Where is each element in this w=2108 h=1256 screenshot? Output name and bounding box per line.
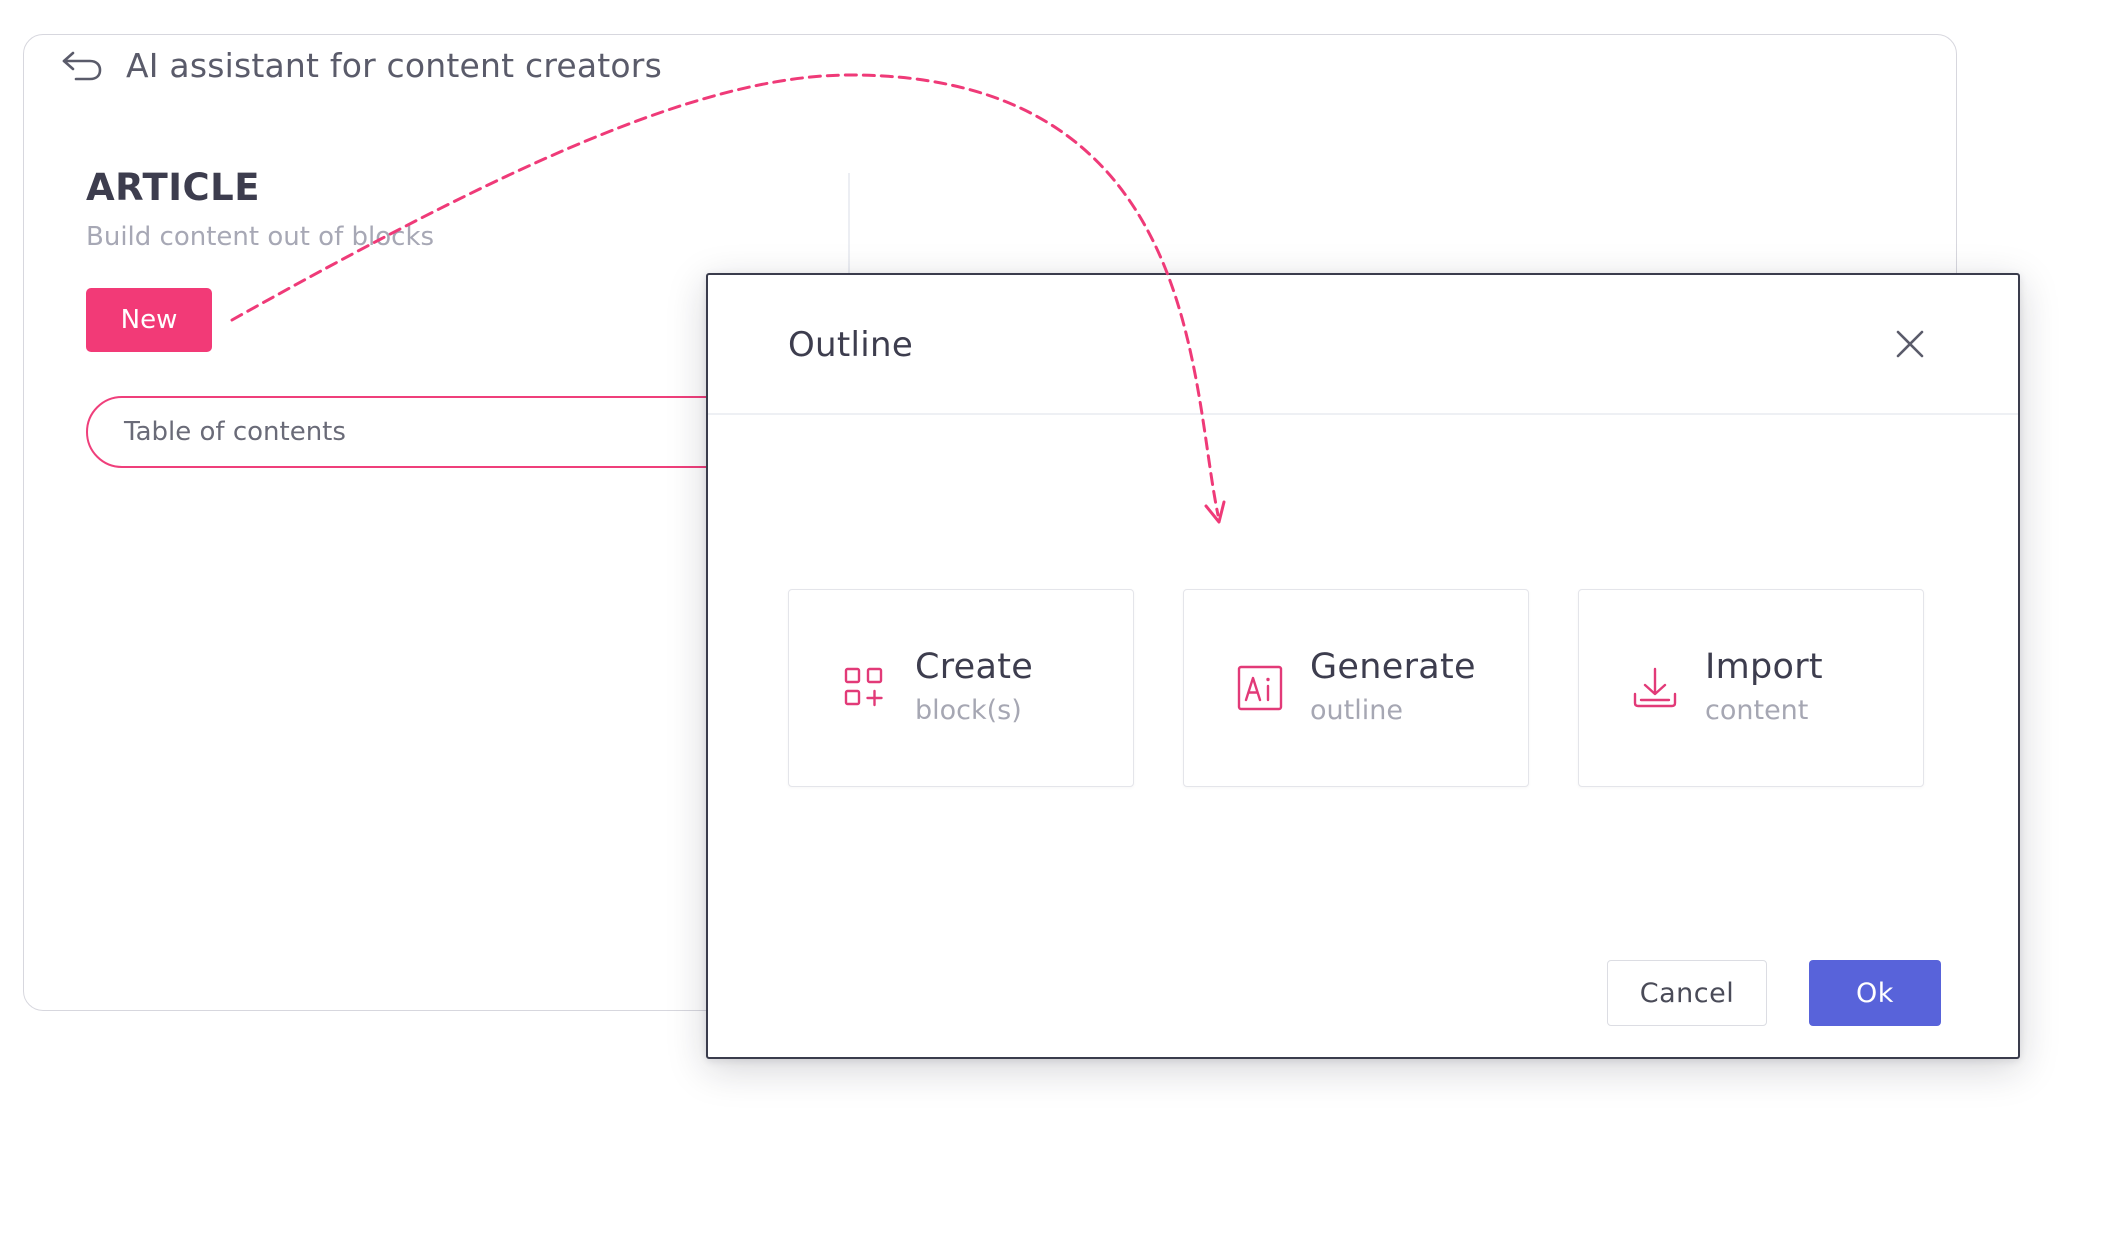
back-arrow-icon[interactable] xyxy=(60,48,104,84)
article-title: ARTICLE xyxy=(86,166,260,209)
cancel-button[interactable]: Cancel xyxy=(1607,960,1767,1026)
ok-button[interactable]: Ok xyxy=(1809,960,1941,1026)
option-title: Create xyxy=(915,647,1034,687)
modal-divider xyxy=(708,413,2018,415)
panel-divider xyxy=(848,173,850,288)
app-title: AI assistant for content creators xyxy=(126,46,662,85)
option-subtitle: outline xyxy=(1310,695,1403,726)
article-subtitle: Build content out of blocks xyxy=(86,222,435,252)
option-title: Generate xyxy=(1310,647,1476,687)
generate-outline-option[interactable]: Generate outline xyxy=(1183,589,1529,787)
modal-title: Outline xyxy=(788,325,914,365)
option-subtitle: block(s) xyxy=(915,695,1022,726)
outline-modal: Outline Create block(s) Generate outline… xyxy=(706,273,2020,1059)
option-subtitle: content xyxy=(1705,695,1809,726)
close-icon[interactable] xyxy=(1894,328,1926,360)
table-of-contents-label: Table of contents xyxy=(124,417,346,447)
grid-plus-icon xyxy=(841,664,889,712)
download-tray-icon xyxy=(1631,664,1679,712)
create-blocks-option[interactable]: Create block(s) xyxy=(788,589,1134,787)
table-of-contents-field[interactable]: Table of contents xyxy=(86,396,806,468)
ai-icon xyxy=(1236,664,1284,712)
option-title: Import xyxy=(1705,647,1823,687)
import-content-option[interactable]: Import content xyxy=(1578,589,1924,787)
app-header: AI assistant for content creators xyxy=(60,46,662,85)
new-button[interactable]: New xyxy=(86,288,212,352)
